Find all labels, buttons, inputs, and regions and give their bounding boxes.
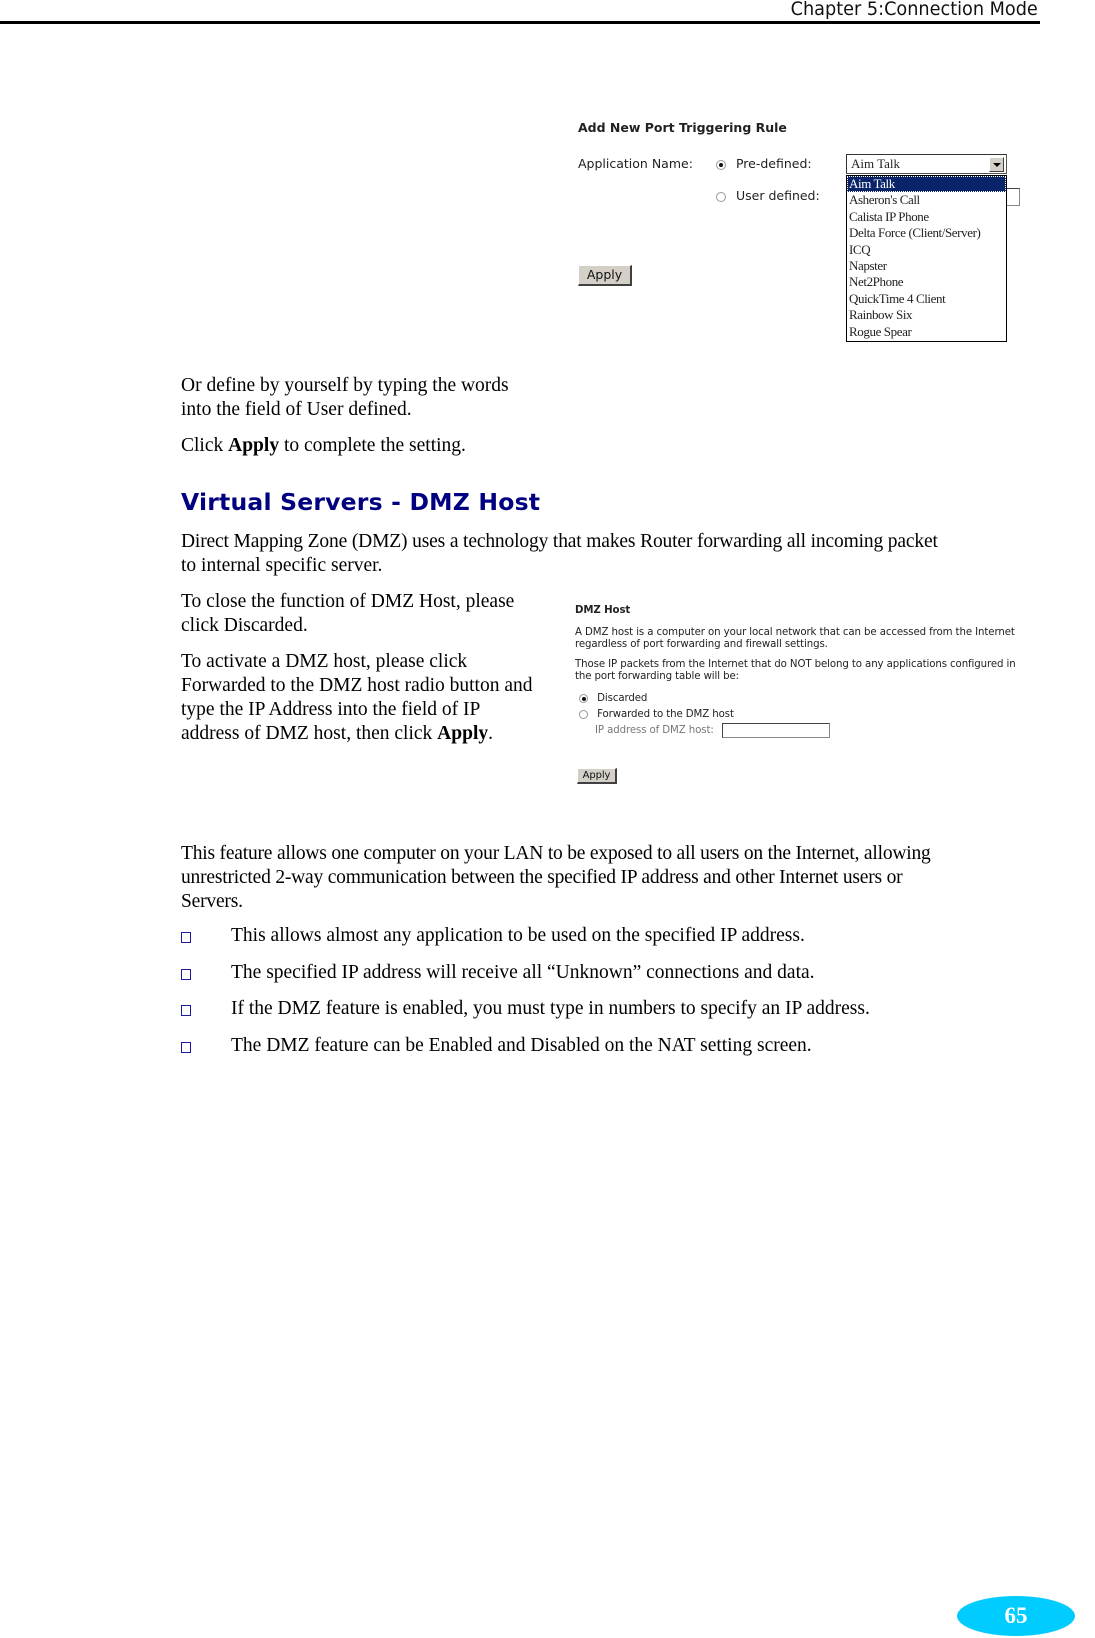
dmz-packets-text: Those IP packets from the Internet that …: [575, 659, 1016, 682]
dropdown-option[interactable]: Asheron's Call: [847, 192, 1006, 208]
bullet-text: The DMZ feature can be Enabled and Disab…: [231, 1035, 812, 1056]
bullet-square-icon: [181, 932, 191, 943]
header-rule: [0, 21, 1040, 24]
page-number-badge: 65: [957, 1596, 1075, 1636]
dropdown-option[interactable]: QuickTime 4 Client: [847, 291, 1006, 307]
ip-address-label: IP address of DMZ host:: [595, 725, 714, 736]
application-name-label: Application Name:: [578, 156, 693, 171]
dmz-intro-line-1: Direct Mapping Zone (DMZ) uses a technol…: [181, 531, 938, 552]
click-prefix: Click: [181, 435, 229, 456]
activate-line-2: Forwarded to the DMZ host radio button a…: [181, 675, 533, 696]
forwarded-option[interactable]: Forwarded to the DMZ host: [579, 709, 734, 721]
bullet-text: If the DMZ feature is enabled, you must …: [231, 998, 870, 1019]
bullet-text: This allows almost any application to be…: [231, 925, 805, 946]
apply-emphasis: Apply: [437, 723, 489, 744]
section-heading: Virtual Servers - DMZ Host: [181, 488, 541, 516]
close-line-1: To close the function of DMZ Host, pleas…: [181, 591, 515, 612]
user-defined-option[interactable]: User defined:: [716, 188, 820, 203]
application-select-value: Aim Talk: [851, 156, 901, 171]
port-trigger-apply-button[interactable]: Apply: [578, 265, 632, 286]
intro-line-2: into the field of User defined.: [181, 399, 412, 420]
application-dropdown-list[interactable]: Aim Talk Asheron's Call Calista IP Phone…: [846, 175, 1007, 342]
port-trigger-title: Add New Port Triggering Rule: [578, 120, 787, 135]
dropdown-option[interactable]: ICQ: [847, 242, 1006, 258]
discarded-option[interactable]: Discarded: [579, 693, 647, 705]
user-defined-radio[interactable]: [716, 191, 726, 202]
activate-line-1: To activate a DMZ host, please click: [181, 651, 468, 672]
dmz-description: A DMZ host is a computer on your local n…: [575, 627, 1015, 650]
intro-paragraph: Or define by yourself by typing the word…: [181, 374, 509, 422]
user-defined-label: User defined:: [735, 188, 820, 203]
dmz-host-title: DMZ Host: [575, 605, 631, 616]
feature-line-3: Servers.: [181, 891, 243, 912]
dmz-intro-paragraph: Direct Mapping Zone (DMZ) uses a technol…: [181, 530, 938, 578]
dropdown-option[interactable]: Napster: [847, 258, 1006, 274]
feature-line-2: unrestricted 2-way communication between…: [181, 867, 903, 888]
dropdown-option[interactable]: Rainbow Six: [847, 307, 1006, 323]
click-apply-instruction: Click Apply to complete the setting.: [181, 434, 466, 458]
discarded-radio[interactable]: [579, 693, 588, 703]
dmz-host-screenshot: DMZ Host A DMZ host is a computer on you…: [575, 605, 1025, 785]
user-defined-input[interactable]: [1006, 188, 1020, 206]
bullet-square-icon: [181, 969, 191, 980]
dropdown-option[interactable]: Net2Phone: [847, 274, 1006, 290]
forwarded-label: Forwarded to the DMZ host: [597, 709, 734, 720]
dmz-intro-line-2: to internal specific server.: [181, 555, 383, 576]
activate-line-3: type the IP Address into the field of IP: [181, 699, 481, 720]
intro-line-1: Or define by yourself by typing the word…: [181, 375, 509, 396]
dmz-packets-line-1: Those IP packets from the Internet that …: [575, 659, 1016, 670]
feature-line-1: This feature allows one computer on your…: [181, 843, 931, 864]
dropdown-option[interactable]: Rogue Spear: [847, 324, 1006, 340]
forwarded-radio[interactable]: [579, 709, 588, 719]
dmz-desc-line-1: A DMZ host is a computer on your local n…: [575, 627, 1015, 638]
activate-line-4-prefix: address of DMZ host, then click: [181, 723, 438, 744]
discarded-label: Discarded: [597, 693, 648, 704]
click-suffix: to complete the setting.: [279, 435, 466, 456]
activate-line-4: address of DMZ host, then click Apply.: [181, 722, 533, 746]
activate-line-4-suffix: .: [488, 723, 493, 744]
predefined-option[interactable]: Pre-defined:: [716, 156, 812, 171]
running-header: Chapter 5:Connection Mode: [790, 0, 1038, 20]
bullet-square-icon: [181, 1005, 191, 1016]
dropdown-option[interactable]: Calista IP Phone: [847, 209, 1006, 225]
application-select[interactable]: Aim Talk: [846, 154, 1007, 174]
bullet-square-icon: [181, 1042, 191, 1053]
port-trigger-screenshot: Add New Port Triggering Rule Application…: [578, 118, 1020, 343]
close-dmz-paragraph: To close the function of DMZ Host, pleas…: [181, 590, 514, 638]
dmz-apply-button[interactable]: Apply: [577, 768, 617, 784]
dmz-packets-line-2: the port forwarding table will be:: [575, 670, 739, 682]
chevron-down-icon[interactable]: [989, 157, 1004, 172]
bullet-text: The specified IP address will receive al…: [231, 962, 815, 983]
dropdown-option[interactable]: Delta Force (Client/Server): [847, 225, 1006, 241]
close-line-2: click Discarded.: [181, 615, 308, 636]
ip-address-input[interactable]: [722, 723, 830, 738]
predefined-radio[interactable]: [716, 159, 726, 170]
predefined-label: Pre-defined:: [735, 156, 812, 171]
feature-paragraph: This feature allows one computer on your…: [181, 842, 931, 914]
apply-emphasis: Apply: [228, 435, 280, 456]
activate-dmz-paragraph: To activate a DMZ host, please click For…: [181, 650, 533, 746]
dropdown-option[interactable]: Aim Talk: [847, 176, 1006, 193]
dmz-desc-line-2: regardless of port forwarding and firewa…: [575, 638, 828, 650]
